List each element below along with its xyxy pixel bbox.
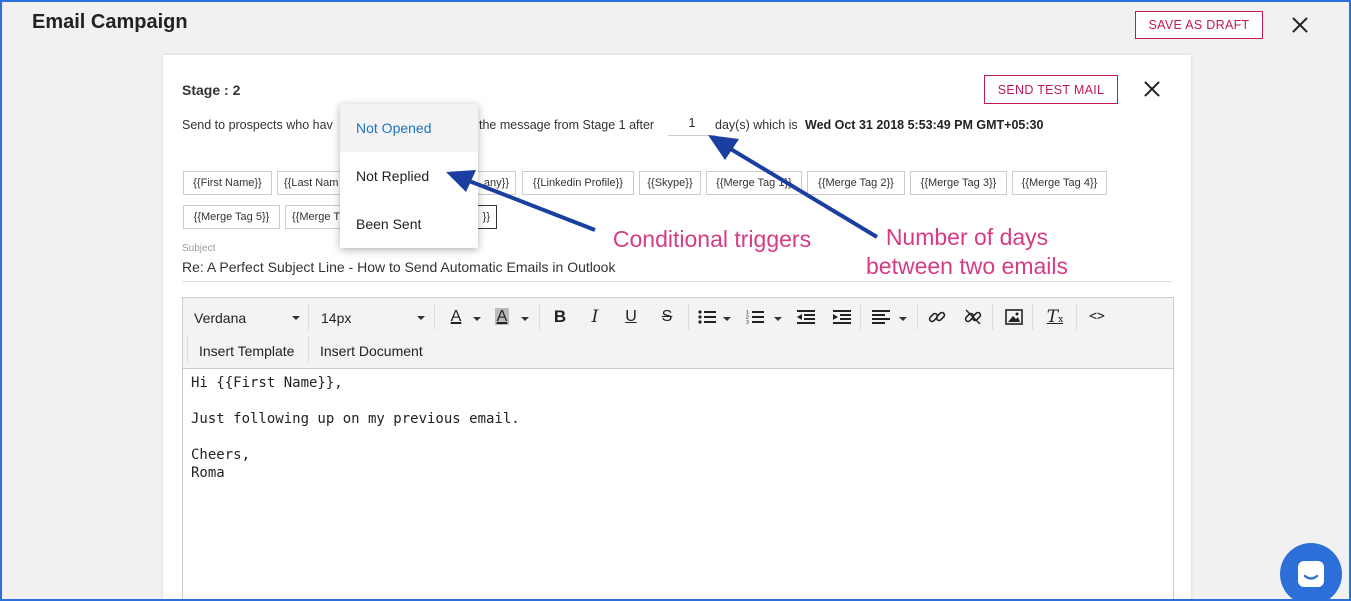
chat-icon (1298, 561, 1324, 587)
arrow-to-dropdown (463, 177, 596, 232)
arrow-head-icon (708, 135, 739, 160)
annotation-conditional-triggers: Conditional triggers (612, 226, 812, 252)
annotation-days-line2: between two emails (866, 253, 1068, 279)
annotation-arrows (446, 135, 879, 239)
email-campaign-window: Email Campaign SAVE AS DRAFT Stage : 2 S… (0, 0, 1351, 601)
chat-launcher-button[interactable] (1280, 543, 1342, 599)
annotation-days-line1: Number of days (885, 224, 1049, 250)
